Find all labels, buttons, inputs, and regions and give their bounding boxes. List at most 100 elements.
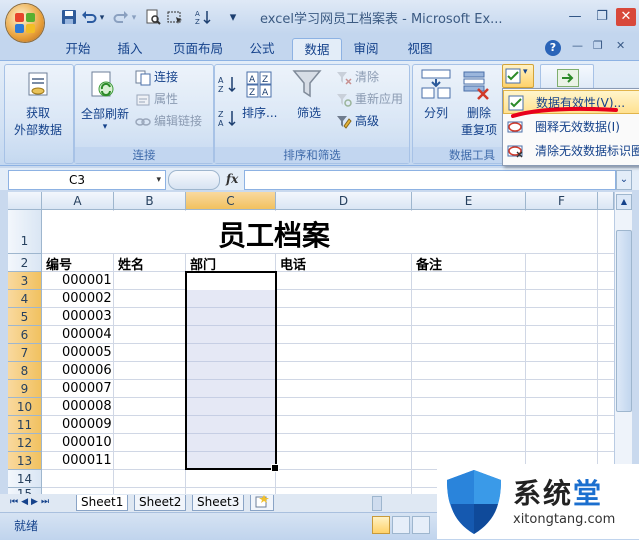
clear-button[interactable]: 清除 xyxy=(336,68,379,86)
expand-formula-bar-icon[interactable]: ⌄ xyxy=(616,170,632,190)
edit-links-button[interactable]: 编辑链接 xyxy=(135,112,202,130)
sheet-nav-arrows-icon[interactable]: ⏮◀▶⏭ xyxy=(10,497,52,507)
menu-item-clear-validation-circles[interactable]: 清除无效数据标识圈 xyxy=(503,139,639,163)
reapply-button[interactable]: 重新应用 xyxy=(336,90,403,108)
sort-button[interactable]: 排序... xyxy=(242,104,277,121)
remove-duplicates-button[interactable]: 删除 重复项 xyxy=(458,104,500,138)
refresh-all-button[interactable]: 全部刷新 ▾ xyxy=(79,105,131,132)
close-button[interactable]: ✕ xyxy=(616,8,636,26)
table-cell-id[interactable]: 000008 xyxy=(62,399,112,414)
sheet-tab-1[interactable]: Sheet1 xyxy=(76,495,129,511)
redo-dropdown-icon[interactable]: ▾ xyxy=(129,9,139,27)
row-header-13[interactable]: 13 xyxy=(8,452,42,470)
tab-view[interactable]: 视图 xyxy=(398,38,442,60)
tab-insert[interactable]: 插入 xyxy=(108,38,152,60)
sort-icon[interactable]: AZ xyxy=(195,9,213,27)
column-header-c[interactable]: C xyxy=(186,192,276,210)
minimize-button[interactable]: — xyxy=(565,8,585,26)
active-cell[interactable] xyxy=(187,273,275,290)
name-box[interactable]: C3 ▾ xyxy=(8,170,166,190)
table-cell-id[interactable]: 000009 xyxy=(62,417,112,432)
row-header-2[interactable]: 2 xyxy=(8,254,42,272)
page-break-view-icon[interactable] xyxy=(412,516,430,534)
row-header-11[interactable]: 11 xyxy=(8,416,42,434)
insert-function-icon[interactable]: fx xyxy=(226,170,242,188)
data-validation-dropdown-button[interactable]: ▾ xyxy=(502,64,534,88)
table-cell-id[interactable]: 000007 xyxy=(62,381,112,396)
selected-range[interactable] xyxy=(185,271,279,472)
tab-review[interactable]: 审阅 xyxy=(344,38,388,60)
scroll-up-icon[interactable]: ▲ xyxy=(616,194,632,210)
column-header-d[interactable]: D xyxy=(276,192,412,210)
normal-view-icon[interactable] xyxy=(372,516,390,534)
header-cell-notes[interactable]: 备注 xyxy=(416,254,442,273)
tab-home[interactable]: 开始 xyxy=(56,38,100,60)
header-cell-phone[interactable]: 电话 xyxy=(280,254,306,273)
column-header-g-partial[interactable] xyxy=(598,192,614,210)
ribbon-restore-button[interactable]: ❐ xyxy=(593,39,607,52)
remove-duplicates-label-1: 删除 xyxy=(466,106,491,120)
undo-icon[interactable] xyxy=(80,9,98,27)
table-cell-id[interactable]: 000006 xyxy=(62,363,112,378)
properties-button[interactable]: 属性 xyxy=(135,90,178,108)
undo-dropdown-icon[interactable]: ▾ xyxy=(97,9,107,27)
row-header-12[interactable]: 12 xyxy=(8,434,42,452)
row-header-6[interactable]: 6 xyxy=(8,326,42,344)
header-cell-name[interactable]: 姓名 xyxy=(118,254,144,273)
row-header-5[interactable]: 5 xyxy=(8,308,42,326)
worksheet-grid[interactable]: A B C D E F 1 2 3 4 5 6 7 8 9 10 11 12 1… xyxy=(8,192,614,494)
row-header-7[interactable]: 7 xyxy=(8,344,42,362)
table-cell-id[interactable]: 000002 xyxy=(62,291,112,306)
row-header-14[interactable]: 14 xyxy=(8,470,42,488)
row-header-1[interactable]: 1 xyxy=(8,210,42,254)
connections-button[interactable]: 连接 xyxy=(135,68,178,86)
sort-descending-icon[interactable]: ZA xyxy=(218,108,238,131)
table-cell-id[interactable]: 000001 xyxy=(62,273,112,288)
sheet-tab-2[interactable]: Sheet2 xyxy=(134,495,187,511)
row-header-8[interactable]: 8 xyxy=(8,362,42,380)
save-icon[interactable] xyxy=(60,9,78,27)
print-preview-icon[interactable] xyxy=(144,9,162,27)
insert-sheet-icon[interactable] xyxy=(250,495,274,511)
row-header-10[interactable]: 10 xyxy=(8,398,42,416)
formula-input[interactable] xyxy=(244,170,616,190)
scrollbar-thumb[interactable] xyxy=(616,230,632,412)
text-to-columns-button[interactable]: 分列 xyxy=(424,104,448,121)
filter-button[interactable]: 筛选 xyxy=(297,104,321,121)
ribbon-minimize-button[interactable]: — xyxy=(572,39,586,52)
table-cell-id[interactable]: 000005 xyxy=(62,345,112,360)
sheet-tab-3[interactable]: Sheet3 xyxy=(192,495,245,511)
row-header-3[interactable]: 3 xyxy=(8,272,42,290)
tab-formulas[interactable]: 公式 xyxy=(240,38,284,60)
table-cell-id[interactable]: 000004 xyxy=(62,327,112,342)
column-header-f[interactable]: F xyxy=(526,192,598,210)
advanced-button[interactable]: 高级 xyxy=(336,112,379,130)
column-header-a[interactable]: A xyxy=(42,192,114,210)
table-cell-id[interactable]: 000011 xyxy=(62,453,112,468)
column-header-e[interactable]: E xyxy=(412,192,526,210)
table-cell-id[interactable]: 000003 xyxy=(62,309,112,324)
header-cell-id[interactable]: 编号 xyxy=(46,254,72,273)
row-header-9[interactable]: 9 xyxy=(8,380,42,398)
column-header-b[interactable]: B xyxy=(114,192,186,210)
name-box-chevron-down-icon[interactable]: ▾ xyxy=(156,171,161,189)
tab-data[interactable]: 数据 xyxy=(292,38,342,61)
table-cell-id[interactable]: 000010 xyxy=(62,435,112,450)
row-header-4[interactable]: 4 xyxy=(8,290,42,308)
select-all-corner[interactable] xyxy=(8,192,42,210)
outline-arrow-icon[interactable] xyxy=(557,69,579,87)
office-button[interactable] xyxy=(6,4,44,42)
tab-split-handle[interactable] xyxy=(372,496,382,511)
get-external-data-button[interactable]: 获取 外部数据 xyxy=(4,104,72,138)
ribbon-close-button[interactable]: ✕ xyxy=(616,39,630,52)
fill-handle[interactable] xyxy=(271,464,279,472)
tab-page-layout[interactable]: 页面布局 xyxy=(164,38,232,60)
help-icon[interactable]: ? xyxy=(545,40,561,56)
formula-bar-splitter[interactable] xyxy=(168,170,220,190)
customize-qat-button[interactable]: ▾ xyxy=(228,9,238,27)
page-layout-view-icon[interactable] xyxy=(392,516,410,534)
sort-ascending-icon[interactable]: AZ xyxy=(218,74,238,97)
redo-icon[interactable] xyxy=(112,9,130,27)
restore-button[interactable]: ❐ xyxy=(592,8,612,26)
select-icon[interactable] xyxy=(166,9,184,27)
